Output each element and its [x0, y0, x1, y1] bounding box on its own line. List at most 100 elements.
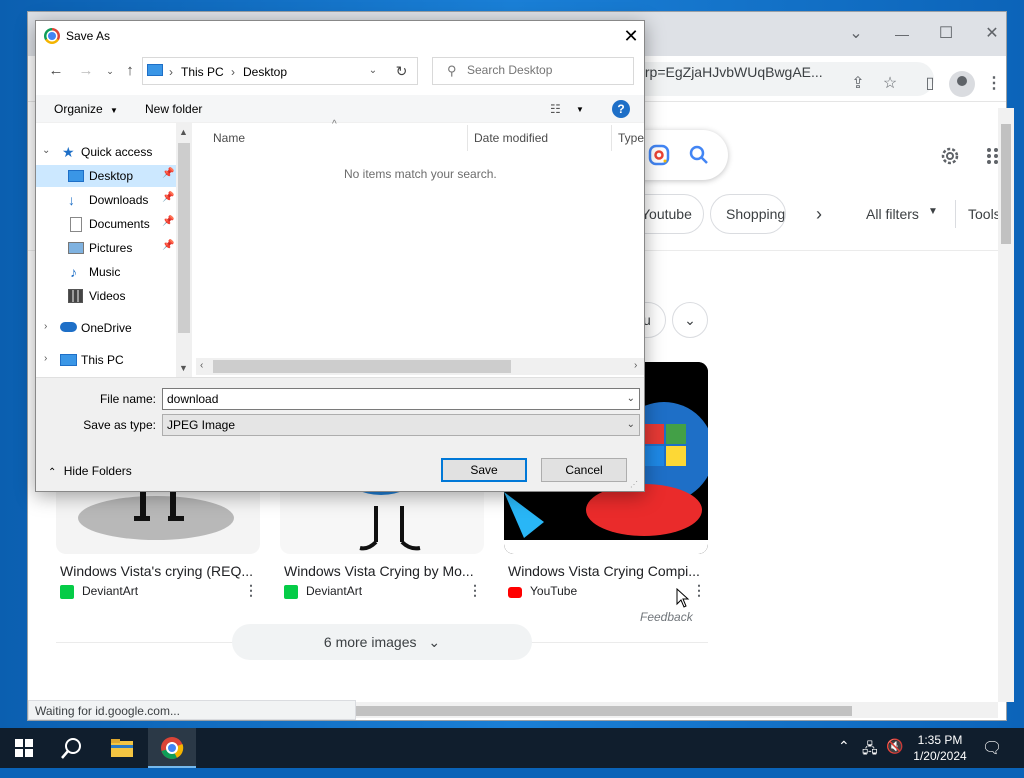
settings-gear-icon[interactable]	[938, 144, 962, 168]
expand-chevron-icon[interactable]: ›	[44, 321, 47, 332]
result-title-1[interactable]: Windows Vista's crying (REQ...	[60, 563, 256, 579]
hide-folders-button[interactable]: ⌃ Hide Folders	[48, 464, 132, 478]
all-filters-button[interactable]: All filters	[866, 206, 919, 222]
nav-documents[interactable]: Documents 📌	[36, 213, 176, 235]
nav-label: OneDrive	[81, 321, 132, 335]
column-date-modified[interactable]: Date modified	[474, 131, 548, 145]
google-lens-icon[interactable]	[648, 144, 670, 166]
pin-icon: 📌	[162, 192, 175, 203]
nav-downloads[interactable]: ↓ Downloads 📌	[36, 189, 176, 211]
nav-music[interactable]: ♪ Music	[36, 261, 176, 283]
more-options-icon[interactable]: ⋮	[244, 582, 258, 599]
up-arrow-icon[interactable]: ↑	[120, 61, 140, 81]
scroll-right-icon[interactable]: ›	[634, 360, 637, 371]
taskbar: ⌃ 🖧 🔇 1:35 PM 1/20/2024 🗨	[0, 728, 1024, 768]
minimize-button[interactable]: —	[892, 24, 912, 44]
save-type-select[interactable]: JPEG Image ⌄	[162, 414, 640, 436]
more-images-button[interactable]: 6 more images ⌄	[232, 624, 532, 660]
file-explorer-button[interactable]	[98, 728, 146, 768]
scroll-up-icon[interactable]: ▲	[179, 127, 188, 137]
page-h-scrollbar-thumb[interactable]	[356, 706, 852, 716]
refresh-icon[interactable]: ↻	[386, 57, 418, 85]
maximize-button[interactable]: ☐	[936, 24, 956, 44]
menu-kebab-icon[interactable]: ⋮	[982, 72, 1006, 96]
chevron-down-icon[interactable]: ⌄	[627, 393, 635, 404]
nav-onedrive[interactable]: › OneDrive	[36, 317, 176, 339]
nav-pictures[interactable]: Pictures 📌	[36, 237, 176, 259]
chevron-down-icon: ▼	[928, 206, 938, 217]
address-breadcrumb[interactable]: › This PC › Desktop ⌄	[142, 57, 418, 85]
windows-logo-icon	[15, 739, 33, 757]
expand-chevron-icon[interactable]: ⌄	[42, 145, 50, 156]
organize-button[interactable]: Organize ▼	[54, 102, 118, 116]
forward-arrow-icon[interactable]: →	[76, 61, 96, 81]
dialog-titlebar[interactable]: Save As ✕	[36, 21, 644, 51]
tools-button[interactable]: Tools	[968, 206, 1001, 222]
column-name[interactable]: Name	[213, 131, 245, 145]
new-folder-button[interactable]: New folder	[145, 102, 202, 116]
expand-chips-button[interactable]: ⌄	[672, 302, 708, 338]
chrome-taskbar-button[interactable]	[148, 728, 196, 768]
mouse-cursor	[676, 588, 690, 608]
pc-icon	[147, 64, 163, 76]
column-separator[interactable]	[467, 125, 468, 151]
save-button[interactable]: Save	[441, 458, 527, 482]
dialog-title: Save As	[66, 29, 111, 43]
help-icon[interactable]: ?	[612, 100, 630, 118]
column-type[interactable]: Type	[618, 131, 644, 145]
search-desktop-box[interactable]: ⚲	[432, 57, 634, 85]
nav-desktop[interactable]: Desktop 📌	[36, 165, 176, 187]
result-title-3[interactable]: Windows Vista Crying Compi...	[508, 563, 704, 579]
search-desktop-input[interactable]	[467, 63, 627, 77]
file-name-value[interactable]: download	[167, 392, 218, 406]
view-options-icon[interactable]: ☷	[550, 102, 561, 116]
deviantart-icon	[284, 585, 298, 599]
nav-scrollbar-thumb[interactable]	[178, 143, 190, 333]
expand-chevron-icon[interactable]: ›	[44, 353, 47, 364]
profile-avatar[interactable]	[949, 71, 975, 97]
resize-grip-icon[interactable]: ⋰	[630, 480, 638, 489]
file-h-scrollbar-thumb[interactable]	[213, 360, 511, 373]
show-hidden-icons[interactable]: ⌃	[838, 738, 850, 778]
notifications-icon[interactable]: 🗨	[982, 738, 1002, 778]
nav-label: Documents	[89, 217, 150, 231]
recent-locations-icon[interactable]: ⌄	[100, 61, 120, 81]
chevron-down-icon[interactable]: ▼	[576, 105, 584, 114]
column-separator[interactable]	[611, 125, 612, 151]
breadcrumb-this-pc[interactable]: This PC	[181, 65, 224, 79]
back-arrow-icon[interactable]: ←	[46, 61, 66, 81]
cancel-button[interactable]: Cancel	[541, 458, 627, 482]
close-icon[interactable]: ✕	[620, 25, 642, 47]
scroll-left-icon[interactable]: ‹	[200, 360, 203, 371]
more-options-icon[interactable]: ⋮	[468, 582, 482, 599]
breadcrumb-separator: ›	[231, 65, 235, 79]
chip-shopping[interactable]: Shopping	[710, 194, 786, 234]
command-bar: Organize ▼ New folder ☷ ▼ ?	[36, 95, 644, 123]
file-name-field[interactable]: download ⌄	[162, 388, 640, 410]
search-taskbar-button[interactable]	[48, 728, 96, 768]
nav-this-pc[interactable]: › This PC	[36, 349, 176, 371]
share-icon[interactable]: ⇪	[846, 72, 870, 96]
side-panel-icon[interactable]: ▯	[918, 72, 942, 96]
start-button[interactable]	[0, 728, 48, 768]
clock[interactable]: 1:35 PM 1/20/2024	[900, 732, 980, 764]
chevron-right-icon[interactable]: ›	[816, 204, 822, 225]
more-options-icon[interactable]: ⋮	[692, 582, 706, 599]
search-icon[interactable]	[688, 144, 710, 166]
scroll-down-icon[interactable]: ▼	[179, 363, 188, 373]
nav-quick-access[interactable]: ⌄ ★ Quick access	[36, 141, 176, 163]
result-source-3: YouTube	[530, 584, 578, 598]
close-window-button[interactable]: ✕	[982, 24, 1002, 44]
bookmark-star-icon[interactable]: ☆	[878, 72, 902, 96]
nav-videos[interactable]: Videos	[36, 285, 176, 307]
status-bar: Waiting for id.google.com...	[28, 700, 356, 720]
chevron-down-icon[interactable]: ⌄	[363, 61, 383, 81]
result-title-2[interactable]: Windows Vista Crying by Mo...	[284, 563, 480, 579]
network-icon[interactable]: 🖧	[862, 738, 878, 778]
breadcrumb-desktop[interactable]: Desktop	[243, 65, 287, 79]
youtube-icon	[508, 587, 522, 598]
url-text[interactable]: s_lcrp=EgZjaHJvbWUqBwgAE...	[620, 64, 823, 80]
feedback-link[interactable]: Feedback	[640, 610, 693, 624]
chevron-down-icon[interactable]: ⌄	[846, 24, 866, 44]
page-scrollbar-thumb[interactable]	[1001, 124, 1011, 244]
